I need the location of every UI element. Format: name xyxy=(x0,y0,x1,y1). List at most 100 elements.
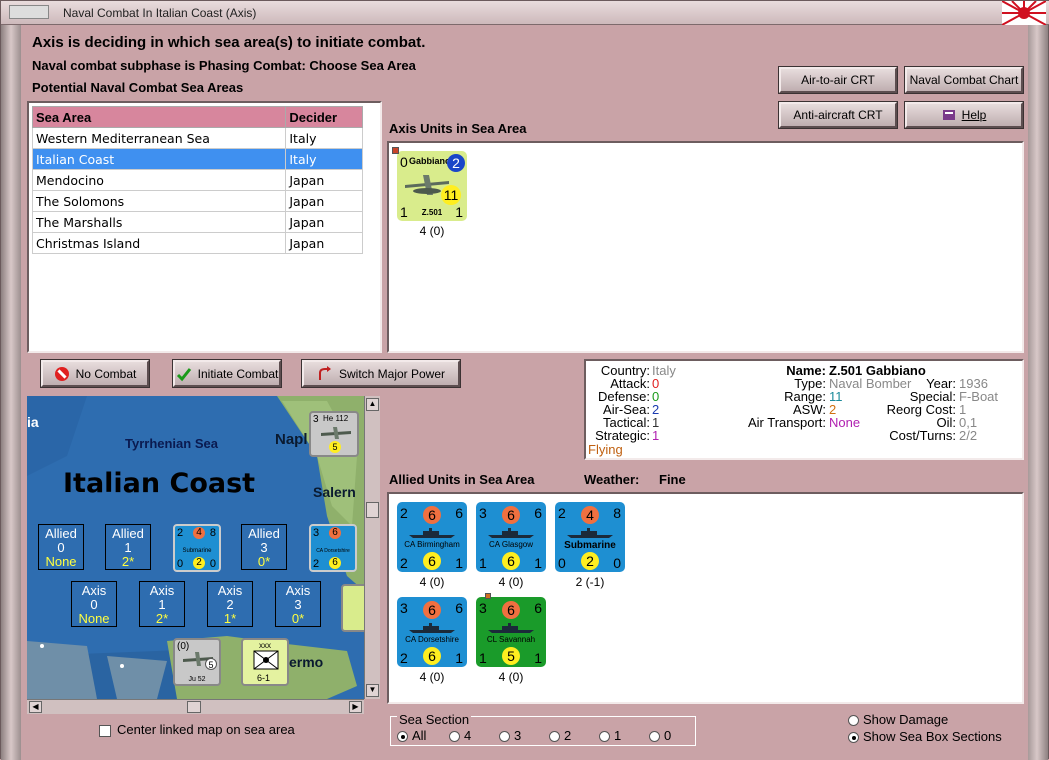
anti-aircraft-crt-button[interactable]: Anti-aircraft CRT xyxy=(779,102,897,128)
scroll-up-icon[interactable]: ▲ xyxy=(366,398,379,411)
axis-box-3[interactable]: Axis 3 0* xyxy=(275,581,321,627)
air-to-air-crt-button[interactable]: Air-to-air CRT xyxy=(779,67,897,93)
axis-box-0[interactable]: Axis 0 None xyxy=(71,581,117,627)
allied-unit-counter[interactable]: 3 6 6 CL Savannah 1 5 1 xyxy=(476,593,546,667)
sea-section-0[interactable]: 0 xyxy=(649,728,671,743)
unit-br: 1 xyxy=(534,555,542,571)
status-value: Flying xyxy=(588,442,623,457)
switch-major-power-button[interactable]: Switch Major Power xyxy=(302,360,460,387)
sea-area-cell: Christmas Island xyxy=(31,232,287,254)
no-entry-icon xyxy=(54,366,69,381)
check-icon xyxy=(176,367,191,381)
radio-4[interactable] xyxy=(449,731,460,743)
unit-strength: 2 (-1) xyxy=(575,575,605,589)
book-icon xyxy=(942,110,955,120)
center-link-label: Center linked map on sea area xyxy=(117,722,295,737)
table-row[interactable]: The Marshalls Japan xyxy=(31,211,363,233)
no-combat-button[interactable]: No Combat xyxy=(41,360,149,387)
radio-all[interactable] xyxy=(397,731,408,743)
table-row-selected[interactable]: Italian Coast Italy xyxy=(31,148,363,170)
col-sea-area[interactable]: Sea Area xyxy=(31,106,287,128)
map-hq-counter[interactable]: xxx 6-1 xyxy=(241,638,289,686)
show-sea-box-option[interactable]: Show Sea Box Sections xyxy=(848,729,1002,744)
system-menu-button[interactable] xyxy=(9,5,49,19)
sea-section-2[interactable]: 2 xyxy=(549,728,571,743)
allied-box-3[interactable]: Allied 3 0* xyxy=(241,524,287,570)
show-damage-radio[interactable] xyxy=(848,715,859,727)
radio-3[interactable] xyxy=(499,731,510,743)
window-title: Naval Combat In Italian Coast (Axis) xyxy=(63,6,257,20)
switch-major-power-label: Switch Major Power xyxy=(338,366,446,381)
radio-2[interactable] xyxy=(549,731,560,743)
unit-br: 1 xyxy=(455,204,463,220)
radio-1[interactable] xyxy=(599,731,610,743)
center-link-checkbox[interactable] xyxy=(99,724,111,737)
map-sub-bc: 2 xyxy=(193,557,205,569)
ship-silhouette-icon xyxy=(567,528,613,538)
radio-0[interactable] xyxy=(649,731,660,743)
scroll-down-icon[interactable]: ▼ xyxy=(366,684,379,697)
axis-unit-counter[interactable]: 0 Gabbiano 2 11 1 Z.501 1 xyxy=(392,147,467,221)
scroll-thumb-vertical[interactable] xyxy=(366,502,379,518)
table-row[interactable]: Western Mediterranean Sea Italy xyxy=(31,127,363,149)
col-decider[interactable]: Decider xyxy=(285,106,363,128)
allied-box-0[interactable]: Allied 0 None xyxy=(38,524,84,570)
sea-section-all[interactable]: All xyxy=(397,728,426,743)
show-damage-option[interactable]: Show Damage xyxy=(848,712,948,727)
unit-br: 1 xyxy=(534,650,542,666)
allied-unit-counter[interactable]: 2 4 8 Submarine 0 2 0 xyxy=(555,502,625,572)
map-dors-name: CA Dorsetshire xyxy=(316,548,350,554)
unit-strength: 4 (0) xyxy=(419,575,445,589)
map-horizontal-scrollbar[interactable]: ◀ ▶ xyxy=(27,699,364,714)
axis-box-num: 0 xyxy=(90,597,98,612)
sea-section-group: Sea Section All 4 3 2 1 0 xyxy=(390,712,696,746)
axis-box-1[interactable]: Axis 1 2* xyxy=(139,581,185,627)
map-he112-tl: 3 xyxy=(313,414,319,425)
allied-unit-counter[interactable]: 3 6 6 CA Dorsetshire 2 6 1 xyxy=(397,597,467,667)
air-transport-value: None xyxy=(829,415,861,430)
decider-cell: Japan xyxy=(285,169,363,191)
allied-unit-counter[interactable]: 3 6 6 CA Glasgow 1 6 1 xyxy=(476,502,546,572)
map-ju52-counter[interactable]: (0) 5 Ju 52 xyxy=(173,638,221,686)
map-he112-counter[interactable]: 3 He 112 5 xyxy=(309,411,359,457)
map-sub-tr: 8 xyxy=(209,527,216,539)
linked-map[interactable]: Tyrrhenian Sea Napl Salern ermo ia Itali… xyxy=(27,396,370,699)
unit-badge: 2 xyxy=(447,154,465,172)
map-dors-tc: 6 xyxy=(329,527,341,539)
axis-box-sub: 1* xyxy=(223,611,237,626)
help-button[interactable]: Help xyxy=(905,102,1023,128)
table-row[interactable]: The Solomons Japan xyxy=(31,190,363,212)
scroll-thumb-horizontal[interactable] xyxy=(187,701,201,713)
map-city-naples: Napl xyxy=(275,431,308,448)
map-dorsetshire-counter[interactable]: 3 6 CA Dorsetshire 2 6 xyxy=(309,524,357,572)
unit-attack: 4 xyxy=(581,506,599,524)
right-frame xyxy=(1026,25,1048,760)
scroll-left-icon[interactable]: ◀ xyxy=(29,701,42,713)
sea-section-4[interactable]: 4 xyxy=(449,728,471,743)
center-link-option[interactable]: Center linked map on sea area xyxy=(99,722,295,737)
radio-2-label: 2 xyxy=(564,728,572,743)
unit-name: Submarine xyxy=(564,540,616,551)
fighter-icon xyxy=(321,427,351,439)
allied-unit-counter[interactable]: 2 6 6 CA Birmingham 2 6 1 xyxy=(397,502,467,572)
map-submarine-counter[interactable]: 2 4 8 Submarine 0 2 0 xyxy=(173,524,221,572)
map-vertical-scrollbar[interactable]: ▲ ▼ xyxy=(364,396,380,699)
table-row[interactable]: Mendocino Japan xyxy=(31,169,363,191)
allied-box-num: 1 xyxy=(124,540,132,555)
axis-box-2[interactable]: Axis 2 1* xyxy=(207,581,253,627)
sea-section-3[interactable]: 3 xyxy=(499,728,521,743)
show-sea-box-radio[interactable] xyxy=(848,732,859,744)
naval-combat-chart-button[interactable]: Naval Combat Chart xyxy=(905,67,1023,93)
map-title: Italian Coast xyxy=(63,468,256,499)
allied-box-1[interactable]: Allied 1 2* xyxy=(105,524,151,570)
scroll-right-icon[interactable]: ▶ xyxy=(349,701,362,713)
unit-tl: 3 xyxy=(400,600,408,616)
sea-section-1[interactable]: 1 xyxy=(599,728,621,743)
no-combat-label: No Combat xyxy=(75,366,137,381)
unit-defense: 6 xyxy=(423,552,441,570)
unit-bl: 2 xyxy=(400,650,408,666)
flag-marker-icon xyxy=(392,147,399,154)
table-row[interactable]: Christmas Island Japan xyxy=(31,232,363,254)
initiate-combat-button[interactable]: Initiate Combat xyxy=(173,360,281,387)
sea-area-cell: The Solomons xyxy=(31,190,287,212)
